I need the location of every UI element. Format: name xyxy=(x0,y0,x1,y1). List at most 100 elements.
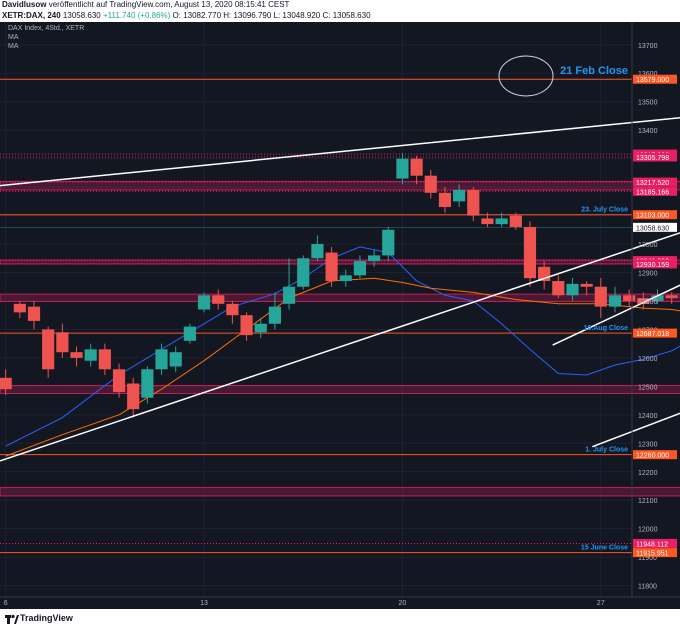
candle-body xyxy=(481,218,494,225)
y-tick-label: 12400 xyxy=(638,413,658,420)
zone-rect xyxy=(0,385,680,394)
candle-body xyxy=(353,261,367,276)
candle-body xyxy=(240,315,253,336)
y-tick-label: 13500 xyxy=(638,100,658,107)
candle-body xyxy=(212,295,225,304)
candle-body xyxy=(325,252,338,282)
high-value: H: 13096.790 xyxy=(223,11,272,20)
quote-bar: XETR:DAX, 240 13058.630 +111.740 (+0.86%… xyxy=(0,10,680,22)
candle-body xyxy=(382,229,395,256)
y-tick-label: 12000 xyxy=(638,527,658,534)
price-tag-value: 11948.112 xyxy=(636,541,668,548)
open-value: O: 13082.770 xyxy=(172,11,222,20)
y-tick-label: 13000 xyxy=(638,242,658,249)
candle-body xyxy=(56,332,69,353)
candle-body xyxy=(183,326,196,341)
price-tag-value: 13579.000 xyxy=(636,77,669,84)
price-chart[interactable]: 21 Feb Close 23. July Close 10.Aug Close 1.… xyxy=(0,22,680,609)
y-tick-label: 12200 xyxy=(638,470,658,477)
candle-body xyxy=(396,158,409,179)
y-tick-label: 13700 xyxy=(638,43,658,50)
level-label: 23. July Close xyxy=(581,207,628,214)
price-tag-value: 11915.951 xyxy=(636,551,669,558)
symbol-label: XETR:DAX, 240 xyxy=(2,11,61,20)
candle-body xyxy=(339,275,352,282)
candle-body xyxy=(0,377,12,390)
publish-bar: Davidlusow veröffentlicht auf TradingVie… xyxy=(0,0,680,10)
price-tag-value: 13305.798 xyxy=(636,155,669,162)
level-label: 1. July Close xyxy=(585,447,628,454)
candle-body xyxy=(410,158,423,176)
candle-body xyxy=(282,286,296,304)
author-name[interactable]: Davidlusow xyxy=(0,0,46,9)
publish-info: veröffentlicht auf TradingView.com, Augu… xyxy=(48,0,290,9)
time-axis[interactable]: 6132027Aug10172427 xyxy=(4,600,680,607)
y-tick-label: 12900 xyxy=(638,270,658,277)
tradingview-logo-icon[interactable] xyxy=(5,613,19,625)
footer-bar: TradingView xyxy=(0,609,680,629)
candle-body xyxy=(13,303,26,313)
candle-body xyxy=(311,244,324,259)
candle-body xyxy=(566,283,579,296)
candle-body xyxy=(226,303,239,316)
low-value: L: 13048.920 xyxy=(273,11,321,20)
level-label: 10.Aug Close xyxy=(584,325,628,332)
candle-body xyxy=(608,295,622,307)
candle-body xyxy=(523,226,537,279)
close-value: C: 13058.630 xyxy=(322,11,371,20)
candle-body xyxy=(70,352,83,358)
candle-body xyxy=(155,349,168,370)
candle-body xyxy=(268,306,281,324)
candle-body xyxy=(169,352,182,367)
candle-body xyxy=(665,295,678,299)
candle-body xyxy=(368,255,381,262)
x-tick-label: 6 xyxy=(4,600,8,607)
price-axis[interactable]: 1180011900120001210012200123001240012500… xyxy=(633,43,677,591)
candle-body xyxy=(453,189,466,202)
y-tick-label: 12100 xyxy=(638,498,658,505)
candle-body xyxy=(424,175,437,193)
price-tag-value: 12260.000 xyxy=(636,453,669,460)
y-tick-label: 12800 xyxy=(638,299,658,306)
candle-body xyxy=(27,306,41,321)
candle-body xyxy=(623,295,636,301)
candle-body xyxy=(112,369,126,393)
price-tag-value: 13217.520 xyxy=(636,180,669,187)
indicator-ma-1[interactable]: MA xyxy=(8,34,19,41)
candle-body xyxy=(495,218,508,225)
price-tag-value: 13103.000 xyxy=(636,213,669,220)
candle-body xyxy=(594,286,607,307)
zone-rect xyxy=(0,180,680,191)
candle-body xyxy=(552,281,565,296)
candle-body xyxy=(509,215,522,227)
candle-body xyxy=(42,329,55,370)
x-tick-label: 13 xyxy=(200,600,208,607)
x-tick-label: 20 xyxy=(399,600,407,607)
candle-body xyxy=(98,349,111,370)
candle-body xyxy=(580,283,593,287)
zone-rect xyxy=(0,486,680,497)
candle-body xyxy=(84,349,97,361)
indicator-title[interactable]: DAX Index, 4Std., XETR xyxy=(8,25,84,32)
last-price: 13058.630 xyxy=(62,11,101,20)
y-tick-label: 12500 xyxy=(638,384,658,391)
candle-body xyxy=(297,258,310,287)
level-label: 21 Feb Close xyxy=(560,65,628,77)
y-tick-label: 11800 xyxy=(638,584,657,591)
price-tag-value: 12687.018 xyxy=(636,331,669,338)
last-price-value: 13058.630 xyxy=(636,225,669,232)
candle-body xyxy=(467,189,480,216)
candle-body xyxy=(438,192,452,208)
indicator-ma-2[interactable]: MA xyxy=(8,43,19,50)
candle-body xyxy=(141,369,154,398)
tradingview-brand[interactable]: TradingView xyxy=(20,613,73,623)
y-tick-label: 12300 xyxy=(638,441,658,448)
candle-body xyxy=(254,323,267,333)
price-tag-value: 12930.159 xyxy=(636,262,669,269)
level-label: 15 June Close xyxy=(581,545,628,552)
candle-body xyxy=(127,383,140,410)
price-tag-value: 13185.166 xyxy=(636,189,669,196)
x-tick-label: 27 xyxy=(597,600,605,607)
price-change: +111.740 (+0.86%) xyxy=(102,11,171,20)
candle-body xyxy=(197,295,211,310)
